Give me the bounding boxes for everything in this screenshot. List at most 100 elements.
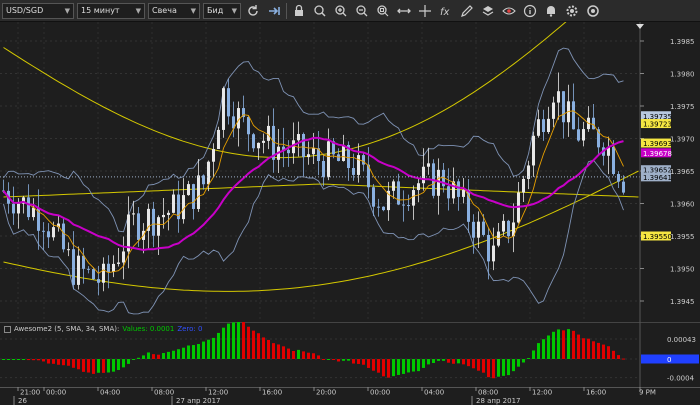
symbol-value: USD/SGD: [6, 6, 44, 15]
osc-bar: [492, 359, 495, 379]
time-label: 12:00: [532, 389, 552, 397]
candle-body: [152, 208, 155, 236]
candle-body: [397, 181, 400, 205]
time-label: 00:00: [370, 389, 390, 397]
osc-bar: [517, 359, 520, 367]
lock-icon[interactable]: [290, 2, 308, 20]
price-side-select[interactable]: Бид ▼: [203, 2, 241, 19]
osc-tick-label: -0.0004: [667, 375, 695, 383]
oscillator-legend: Awesome2 (5, SMA, 34, SMA): Values: 0.00…: [4, 325, 202, 333]
alarm-icon[interactable]: [542, 2, 560, 20]
osc-bar: [312, 353, 315, 359]
osc-bar: [127, 359, 130, 364]
osc-bar: [532, 350, 535, 359]
candle-body: [327, 141, 330, 178]
chart-type-select[interactable]: Свеча ▼: [148, 2, 200, 19]
osc-bar: [602, 344, 605, 359]
osc-bar: [427, 359, 430, 365]
osc-bar: [267, 339, 270, 359]
osc-bar: [212, 337, 215, 359]
osc-bar: [617, 355, 620, 359]
osc-bar: [282, 346, 285, 359]
arrow-right-icon[interactable]: [265, 2, 283, 20]
candle-body: [12, 203, 15, 214]
osc-bar: [442, 359, 445, 361]
eye-icon[interactable]: [500, 2, 518, 20]
candle-body: [212, 149, 215, 162]
refresh-icon[interactable]: [244, 2, 262, 20]
osc-bar: [397, 359, 400, 375]
price-tick-label: 1.3960: [670, 201, 695, 209]
osc-tick-label: 0.00043: [667, 336, 696, 344]
osc-bar: [392, 359, 395, 377]
pencil-icon[interactable]: [458, 2, 476, 20]
osc-bar: [472, 359, 475, 369]
osc-bar: [497, 359, 500, 377]
candle-body: [477, 221, 480, 238]
candle-body: [312, 148, 315, 155]
osc-bar: [557, 329, 560, 359]
timeframe-select[interactable]: 15 минут ▼: [77, 2, 145, 19]
candle-body: [592, 117, 595, 130]
oscillator-extra: Zero: 0: [177, 325, 203, 333]
osc-bar: [107, 359, 110, 373]
candle-body: [207, 161, 210, 185]
candle-body: [572, 101, 575, 130]
candle-body: [382, 206, 385, 211]
candle-body: [352, 168, 355, 175]
osc-bar: [612, 350, 615, 359]
fx-indicator-icon[interactable]: fx: [437, 2, 455, 20]
checkbox-icon[interactable]: [4, 325, 11, 333]
candle-body: [187, 184, 190, 196]
candle-body: [47, 231, 50, 238]
osc-bar: [82, 359, 85, 372]
screenshot-icon[interactable]: [584, 2, 602, 20]
date-label: 26: [18, 397, 27, 405]
horizontal-arrows-icon[interactable]: [395, 2, 413, 20]
zoom-out-icon[interactable]: [353, 2, 371, 20]
candle-body: [522, 178, 525, 193]
osc-bar: [362, 359, 365, 365]
candle-body: [197, 175, 200, 209]
candle-body: [172, 194, 175, 213]
zoom-in-icon[interactable]: [332, 2, 350, 20]
osc-bar: [32, 359, 35, 361]
price-label: 1.39693: [643, 140, 672, 148]
candle-body: [402, 204, 405, 206]
candle-body: [52, 227, 55, 238]
osc-bar: [332, 359, 335, 360]
layers-icon[interactable]: [479, 2, 497, 20]
settings-icon[interactable]: [563, 2, 581, 20]
timeframe-value: 15 минут: [81, 6, 120, 15]
chart-toolbar: USD/SGD ▼ 15 минут ▼ Свеча ▼ Бид ▼ fx: [0, 0, 700, 22]
osc-bar: [607, 346, 610, 359]
candle-body: [127, 214, 130, 252]
symbol-select[interactable]: USD/SGD ▼: [2, 2, 74, 19]
chevron-down-icon: ▼: [231, 6, 237, 15]
osc-bar: [67, 359, 70, 366]
osc-bar: [217, 332, 220, 359]
crosshair-icon[interactable]: [416, 2, 434, 20]
osc-bar: [142, 355, 145, 359]
chart-type-value: Свеча: [152, 6, 177, 15]
osc-bar: [337, 359, 340, 362]
osc-bar: [502, 359, 505, 376]
osc-bar: [347, 359, 350, 361]
info-icon[interactable]: [521, 2, 539, 20]
price-chart[interactable]: 1.3985 1.3980 1.3975 1.3970 1.3965 1.3960 1.39…: [0, 22, 700, 322]
osc-bar: [322, 359, 325, 360]
osc-bar: [542, 339, 545, 359]
osc-bar: [577, 334, 580, 359]
candle-body: [107, 263, 110, 272]
osc-bar: [452, 359, 455, 364]
price-tick-label: 1.3975: [670, 103, 695, 111]
candle-body: [427, 163, 430, 167]
osc-bar: [527, 358, 530, 360]
osc-bar: [272, 343, 275, 359]
zoom-fit-icon[interactable]: [311, 2, 329, 20]
candle-body: [392, 181, 395, 191]
price-tick-label: 1.3965: [670, 168, 695, 176]
zoom-reset-icon[interactable]: [374, 2, 392, 20]
candle-body: [622, 181, 625, 193]
osc-bar: [37, 359, 40, 361]
